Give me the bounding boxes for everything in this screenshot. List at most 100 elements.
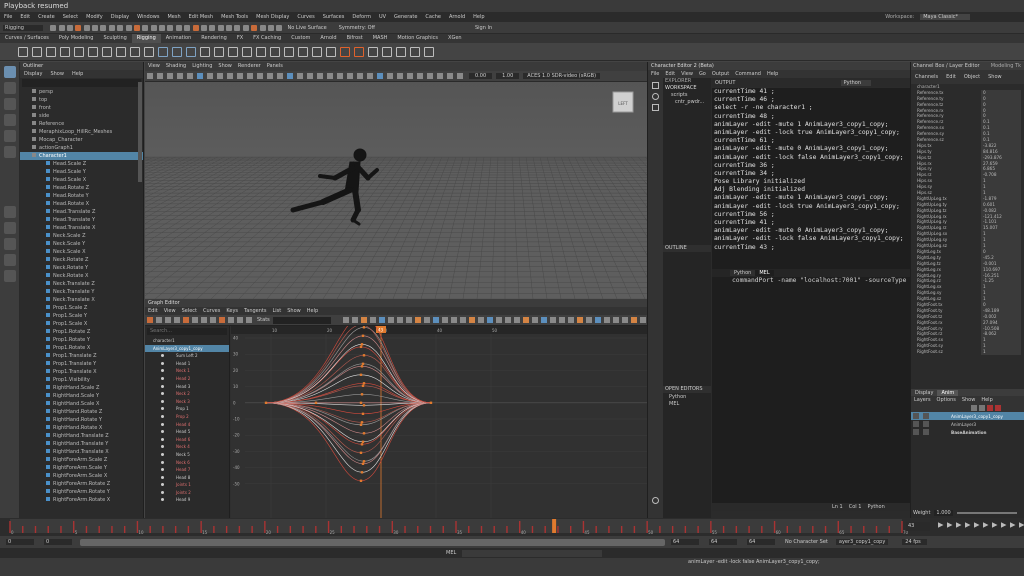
visibility-eye-icon[interactable] [161, 430, 164, 434]
outliner-scrollbar[interactable] [138, 82, 142, 182]
outliner-menu-display[interactable]: Display [24, 71, 42, 77]
graph-tool-icon[interactable] [414, 317, 421, 323]
graph-menu-show[interactable]: Show [287, 308, 301, 314]
workspace-value[interactable]: Maya Classic* [920, 14, 970, 20]
visibility-eye-icon[interactable] [161, 369, 164, 373]
viewport-tool-icon[interactable] [257, 73, 263, 79]
time-slider-track[interactable]: 0 5 10 15 20 25 30 35 40 45 50 55 60 65 70 [0, 518, 1024, 536]
step-back-icon[interactable] [955, 522, 962, 528]
viewport-menu-shading[interactable]: Shading [166, 62, 186, 71]
open-editors-section[interactable]: OPEN EDITORS [663, 386, 711, 393]
viewport-tool-icon[interactable] [387, 73, 393, 79]
viewport-tool-icon[interactable] [377, 73, 383, 79]
viewport-tool-icon[interactable] [337, 73, 343, 79]
visibility-eye-icon[interactable] [161, 475, 164, 479]
status-tool-icon[interactable] [50, 24, 57, 31]
status-tool-icon[interactable] [200, 24, 207, 31]
outliner-item[interactable]: Mocap_Character [20, 136, 143, 144]
status-tool-icon[interactable] [251, 24, 258, 31]
anim-key[interactable] [361, 440, 365, 443]
graph-tree-item[interactable]: Joints 2 [145, 489, 229, 497]
outliner-item[interactable]: Character1 [20, 152, 143, 160]
viewport-tool-icon[interactable] [397, 73, 403, 79]
shelf-tool-icon[interactable] [88, 46, 98, 57]
graph-tool-icon[interactable] [459, 317, 466, 323]
menu-item-modify[interactable]: Modify [86, 14, 103, 20]
graph-tree-item[interactable]: AnimLayer3_copy1_copy [145, 344, 229, 353]
shelf-tool-icon[interactable] [130, 46, 140, 57]
outliner-item[interactable]: Prop1.Rotate X [20, 344, 143, 352]
graph-tool-icon[interactable] [549, 317, 556, 323]
visibility-eye-icon[interactable] [161, 437, 164, 441]
outliner-item[interactable]: RightHand.Rotate X [20, 424, 143, 432]
status-tool-icon[interactable] [58, 24, 65, 31]
shelf-tool-icon[interactable] [116, 46, 126, 57]
viewport-tool-icon[interactable] [287, 73, 293, 79]
graph-tool-icon[interactable] [441, 317, 448, 323]
shelf-tool-icon[interactable] [228, 46, 238, 57]
menu-item-surfaces[interactable]: Surfaces [323, 14, 345, 20]
loop-icon[interactable] [1009, 522, 1016, 528]
viewport-tool-icon[interactable] [447, 73, 453, 79]
graph-tool-icon[interactable] [540, 317, 547, 323]
outliner-item[interactable]: RightHand.Scale X [20, 400, 143, 408]
status-tool-icon[interactable] [167, 24, 174, 31]
outliner-item[interactable]: RightForeArm.Rotate Y [20, 488, 143, 496]
menu-item-uv[interactable]: UV [379, 14, 386, 20]
shelf-tool-icon[interactable] [284, 46, 294, 57]
graph-tool-icon[interactable] [146, 317, 153, 323]
shelf-tool-icon[interactable] [340, 46, 350, 57]
graph-tree-item[interactable]: character1 [145, 337, 229, 345]
outliner-item[interactable]: Neck.Rotate Z [20, 256, 143, 264]
shelf-tab-rendering[interactable]: Rendering [196, 34, 232, 43]
graph-tree-item[interactable]: Head 4 [145, 421, 229, 429]
anim-key[interactable] [362, 382, 366, 385]
shelf-tool-icon[interactable] [270, 46, 280, 57]
shelf-tool-icon[interactable] [74, 46, 84, 57]
outliner-item[interactable]: Head.Rotate X [20, 200, 143, 208]
viewport-field-a[interactable]: 0.00 [469, 73, 493, 79]
graph-tool-icon[interactable] [639, 317, 646, 323]
layer-menu-show[interactable]: Show [962, 397, 976, 403]
visibility-eye-icon[interactable] [161, 422, 164, 426]
workspace-selector[interactable]: Workspace: Maya Classic* [881, 14, 974, 20]
outliner-item[interactable]: Head.Scale Z [20, 160, 143, 168]
graph-tool-icon[interactable] [567, 317, 574, 323]
graph-tool-icon[interactable] [531, 317, 538, 323]
viewport-menu-lighting[interactable]: Lighting [192, 62, 212, 71]
open-editor-mel[interactable]: MEL [669, 401, 679, 408]
shelf-tool-icon[interactable] [368, 46, 378, 57]
mode-dropdown[interactable]: Rigging [3, 24, 43, 31]
outliner-item[interactable]: Prop1.Rotate Y [20, 336, 143, 344]
anim-key[interactable] [361, 462, 365, 465]
graph-tool-icon[interactable] [405, 317, 412, 323]
anim-key[interactable] [362, 460, 366, 463]
outliner-item[interactable]: Prop1.Rotate Z [20, 328, 143, 336]
menu-item-mesh-tools[interactable]: Mesh Tools [221, 14, 248, 20]
viewport-tool-icon[interactable] [157, 73, 163, 79]
outliner-item[interactable]: Neck.Scale Z [20, 232, 143, 240]
outliner-item[interactable]: side [20, 112, 143, 120]
visibility-eye-icon[interactable] [161, 354, 164, 358]
graph-tree-item[interactable]: Head 9 [145, 496, 229, 504]
visibility-eye-icon[interactable] [161, 452, 164, 456]
viewport-menu-renderer[interactable]: Renderer [238, 62, 261, 71]
status-tool-icon[interactable] [175, 24, 182, 31]
viewport-tool-icon[interactable] [437, 73, 443, 79]
viewport-tool-icon[interactable] [317, 73, 323, 79]
layer-lock-icon[interactable] [923, 413, 929, 419]
status-tool-icon[interactable] [192, 24, 199, 31]
graph-tool-icon[interactable] [630, 317, 637, 323]
graph-tool-icon[interactable] [245, 317, 252, 323]
visibility-eye-icon[interactable] [161, 498, 164, 502]
anim-key[interactable] [359, 423, 363, 426]
layer-lock-icon[interactable] [923, 429, 929, 435]
status-tool-icon[interactable] [217, 24, 224, 31]
view-cube-icon[interactable]: LEFT [612, 91, 634, 113]
visibility-eye-icon[interactable] [161, 399, 164, 403]
single-pane-layout-icon[interactable] [4, 206, 16, 218]
tree-item-scripts[interactable]: scripts [663, 92, 711, 99]
graph-tool-icon[interactable] [200, 317, 207, 323]
graph-tool-icon[interactable] [585, 317, 592, 323]
status-tool-icon[interactable] [276, 24, 283, 31]
